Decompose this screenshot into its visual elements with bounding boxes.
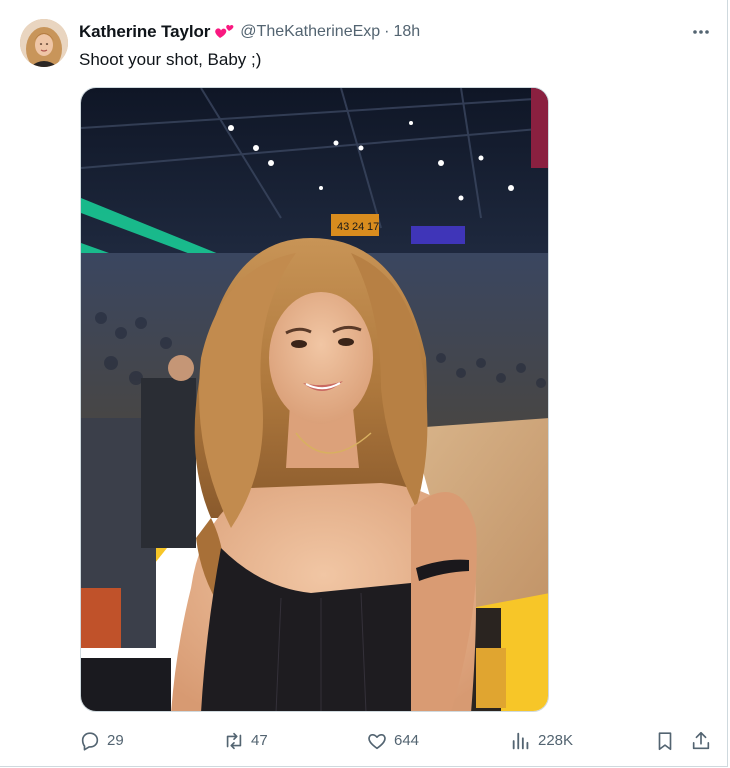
- avatar[interactable]: [20, 19, 68, 67]
- share-icon: [692, 731, 710, 750]
- like-button[interactable]: 644: [366, 728, 419, 754]
- share-button[interactable]: [690, 728, 718, 754]
- scoreboard-digit: 17: [367, 221, 379, 233]
- reply-icon: [81, 732, 99, 751]
- scoreboard-digit: 24: [352, 221, 364, 233]
- bookmark-button[interactable]: [654, 728, 682, 754]
- scoreboard-digit: 43: [337, 221, 349, 233]
- tweet-header: Katherine Taylor @TheKatherineExp · 18h: [79, 21, 420, 43]
- bookmark-icon: [658, 732, 672, 751]
- tweet-media-image[interactable]: 43 24 17: [80, 87, 549, 712]
- like-count: 644: [394, 732, 420, 749]
- more-horizontal-icon[interactable]: [688, 21, 714, 43]
- tweet-text: Shoot your shot, Baby ;): [79, 50, 262, 69]
- author-name[interactable]: Katherine Taylor: [79, 22, 210, 42]
- tweet-time[interactable]: 18h: [394, 23, 421, 41]
- retweet-button[interactable]: 47: [223, 728, 268, 754]
- reply-button[interactable]: 29: [79, 728, 124, 754]
- view-count: 228K: [538, 732, 574, 749]
- retweet-icon: [226, 732, 242, 750]
- separator-dot: ·: [384, 23, 390, 40]
- two-hearts-icon: [214, 22, 236, 42]
- heart-icon: [368, 734, 386, 750]
- author-handle[interactable]: @TheKatherineExp: [240, 23, 380, 41]
- retweet-count: 47: [251, 732, 268, 749]
- reply-count: 29: [107, 732, 124, 749]
- views-button[interactable]: 228K: [510, 728, 573, 754]
- bar-chart-icon: [512, 732, 529, 750]
- tweet-action-bar: 29 47 644 228K: [0, 728, 730, 754]
